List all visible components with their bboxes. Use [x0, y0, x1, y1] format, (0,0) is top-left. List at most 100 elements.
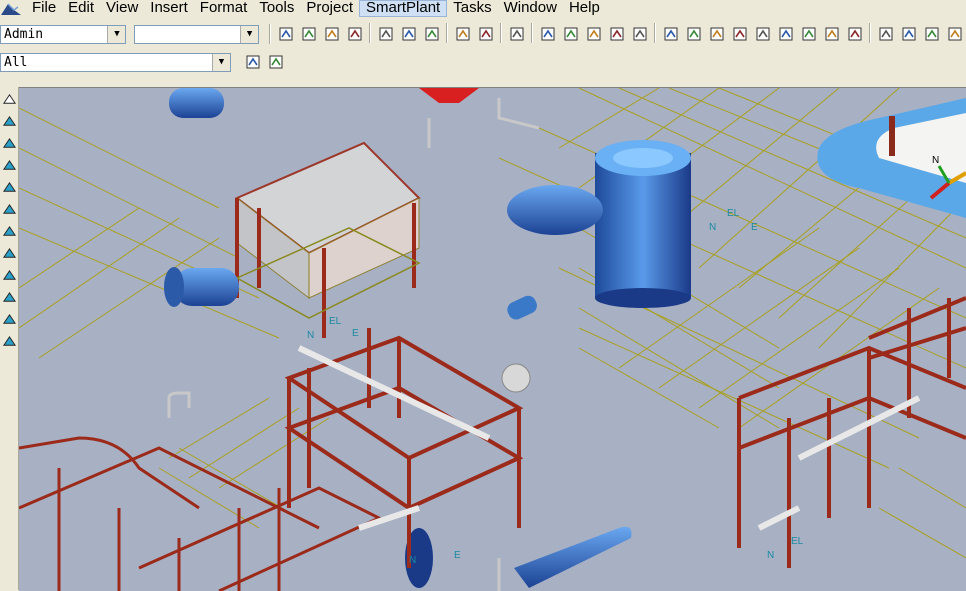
menu-view[interactable]: View — [100, 0, 144, 17]
steel-structure-left — [19, 436, 383, 591]
move-icon[interactable] — [452, 23, 474, 45]
horizontal-drum-top — [169, 88, 224, 118]
compass-marker-2: N EL E — [307, 316, 359, 341]
platform-deck — [817, 98, 966, 218]
exchanger-bottom — [405, 526, 632, 588]
compass-n-label: N — [409, 555, 416, 566]
storage-tank — [595, 140, 691, 308]
menu-window[interactable]: Window — [498, 0, 563, 17]
toolbar-separator — [869, 23, 871, 43]
compass-el-label: EL — [727, 208, 740, 219]
chevron-down-icon[interactable]: ▼ — [212, 53, 230, 71]
model-viewport[interactable]: N N EL E N EL E N EL N E — [19, 87, 966, 591]
save-icon[interactable] — [321, 23, 343, 45]
toolbar-separator — [531, 23, 533, 43]
menu-bar: File Edit View Insert Format Tools Proje… — [0, 0, 966, 17]
secondary-combo[interactable]: ▼ — [134, 24, 260, 44]
user-combo[interactable]: Admin ▼ — [0, 24, 127, 44]
structure-icon[interactable] — [1, 111, 17, 131]
refresh-icon[interactable] — [344, 23, 366, 45]
delete-icon[interactable] — [421, 23, 443, 45]
zoom-icon[interactable] — [875, 23, 897, 45]
fit-view-icon[interactable] — [752, 23, 774, 45]
red-hood — [419, 88, 479, 103]
piping-icon[interactable] — [1, 155, 17, 175]
route-icon[interactable] — [1, 331, 17, 351]
chevron-down-icon[interactable]: ▼ — [107, 25, 126, 43]
svg-text:N: N — [932, 155, 939, 166]
pinpoint-icon[interactable] — [583, 23, 605, 45]
new-file-icon[interactable] — [275, 23, 297, 45]
menu-help[interactable]: Help — [563, 0, 606, 17]
hanger-icon[interactable] — [1, 221, 17, 241]
user-combo-value: Admin — [4, 26, 44, 42]
steel-structure-center — [284, 328, 524, 568]
main-toolbar: Admin ▼ ▼ — [0, 22, 966, 46]
chevron-down-icon[interactable]: ▼ — [240, 25, 259, 43]
render-icon[interactable] — [821, 23, 843, 45]
menu-edit[interactable]: Edit — [62, 0, 100, 17]
compass-el-label: EL — [791, 536, 804, 547]
filter-toolbar: All ▼ — [0, 50, 966, 74]
measure-icon[interactable] — [560, 23, 582, 45]
compass-marker-3: N EL — [767, 536, 804, 561]
view-iso-icon[interactable] — [660, 23, 682, 45]
drawing-icon[interactable] — [1, 265, 17, 285]
view-elevation-icon[interactable] — [706, 23, 728, 45]
menu-tools[interactable]: Tools — [253, 0, 300, 17]
pointer-icon[interactable] — [1, 89, 17, 109]
compass-e-label: E — [352, 328, 359, 339]
open-folder-icon[interactable] — [298, 23, 320, 45]
paste-icon[interactable] — [398, 23, 420, 45]
horizontal-drum — [164, 267, 239, 307]
copy-icon[interactable] — [375, 23, 397, 45]
plant-3d-view[interactable]: N N EL E N EL E N EL N E — [19, 88, 966, 591]
smartplant-logo-icon — [1, 3, 21, 15]
pan-icon[interactable] — [898, 23, 920, 45]
menu-insert[interactable]: Insert — [144, 0, 194, 17]
menu-format[interactable]: Format — [194, 0, 254, 17]
toolbar-separator — [500, 23, 502, 43]
grid-icon[interactable] — [606, 23, 628, 45]
coordinate-icon[interactable] — [1, 309, 17, 329]
view-side-icon[interactable] — [729, 23, 751, 45]
equipment-icon[interactable] — [1, 133, 17, 153]
properties-icon[interactable] — [265, 51, 287, 73]
select-tool-icon[interactable] — [537, 23, 559, 45]
filter-combo-value: All — [4, 54, 28, 70]
grid-tool-icon[interactable] — [1, 287, 17, 307]
cable-icon[interactable] — [1, 177, 17, 197]
compass-marker-1: N EL E — [709, 208, 758, 233]
compass-e-label: E — [454, 550, 461, 561]
filter-combo[interactable]: All ▼ — [0, 52, 231, 72]
left-toolbar — [0, 87, 19, 590]
space-icon[interactable] — [1, 243, 17, 263]
compass-e-label: E — [751, 222, 758, 233]
menu-file[interactable]: File — [26, 0, 62, 17]
white-pipes — [297, 345, 921, 531]
clip-icon[interactable] — [798, 23, 820, 45]
menu-smartplant[interactable]: SmartPlant — [359, 0, 448, 17]
duct-icon[interactable] — [1, 199, 17, 219]
pump — [501, 295, 537, 393]
dropdown-icon[interactable] — [844, 23, 866, 45]
compass-n-label: N — [307, 330, 314, 341]
ruler-icon[interactable] — [629, 23, 651, 45]
undo-icon[interactable] — [506, 23, 528, 45]
zoom-fit-icon[interactable] — [944, 23, 966, 45]
menu-project[interactable]: Project — [300, 0, 359, 17]
toolbar-separator — [654, 23, 656, 43]
menu-tasks[interactable]: Tasks — [447, 0, 497, 17]
zoom-area-icon[interactable] — [775, 23, 797, 45]
spherical-vessel — [507, 185, 603, 235]
view-plan-icon[interactable] — [683, 23, 705, 45]
compass-el-label: EL — [329, 316, 342, 327]
rotate-icon[interactable] — [475, 23, 497, 45]
roofed-structure — [235, 141, 421, 338]
toolbar-separator — [369, 23, 371, 43]
filter-icon[interactable] — [242, 51, 264, 73]
toolbar-separator — [446, 23, 448, 43]
toolbar-separator — [269, 24, 271, 44]
compass-n-label: N — [709, 222, 716, 233]
zoom-window-icon[interactable] — [921, 23, 943, 45]
